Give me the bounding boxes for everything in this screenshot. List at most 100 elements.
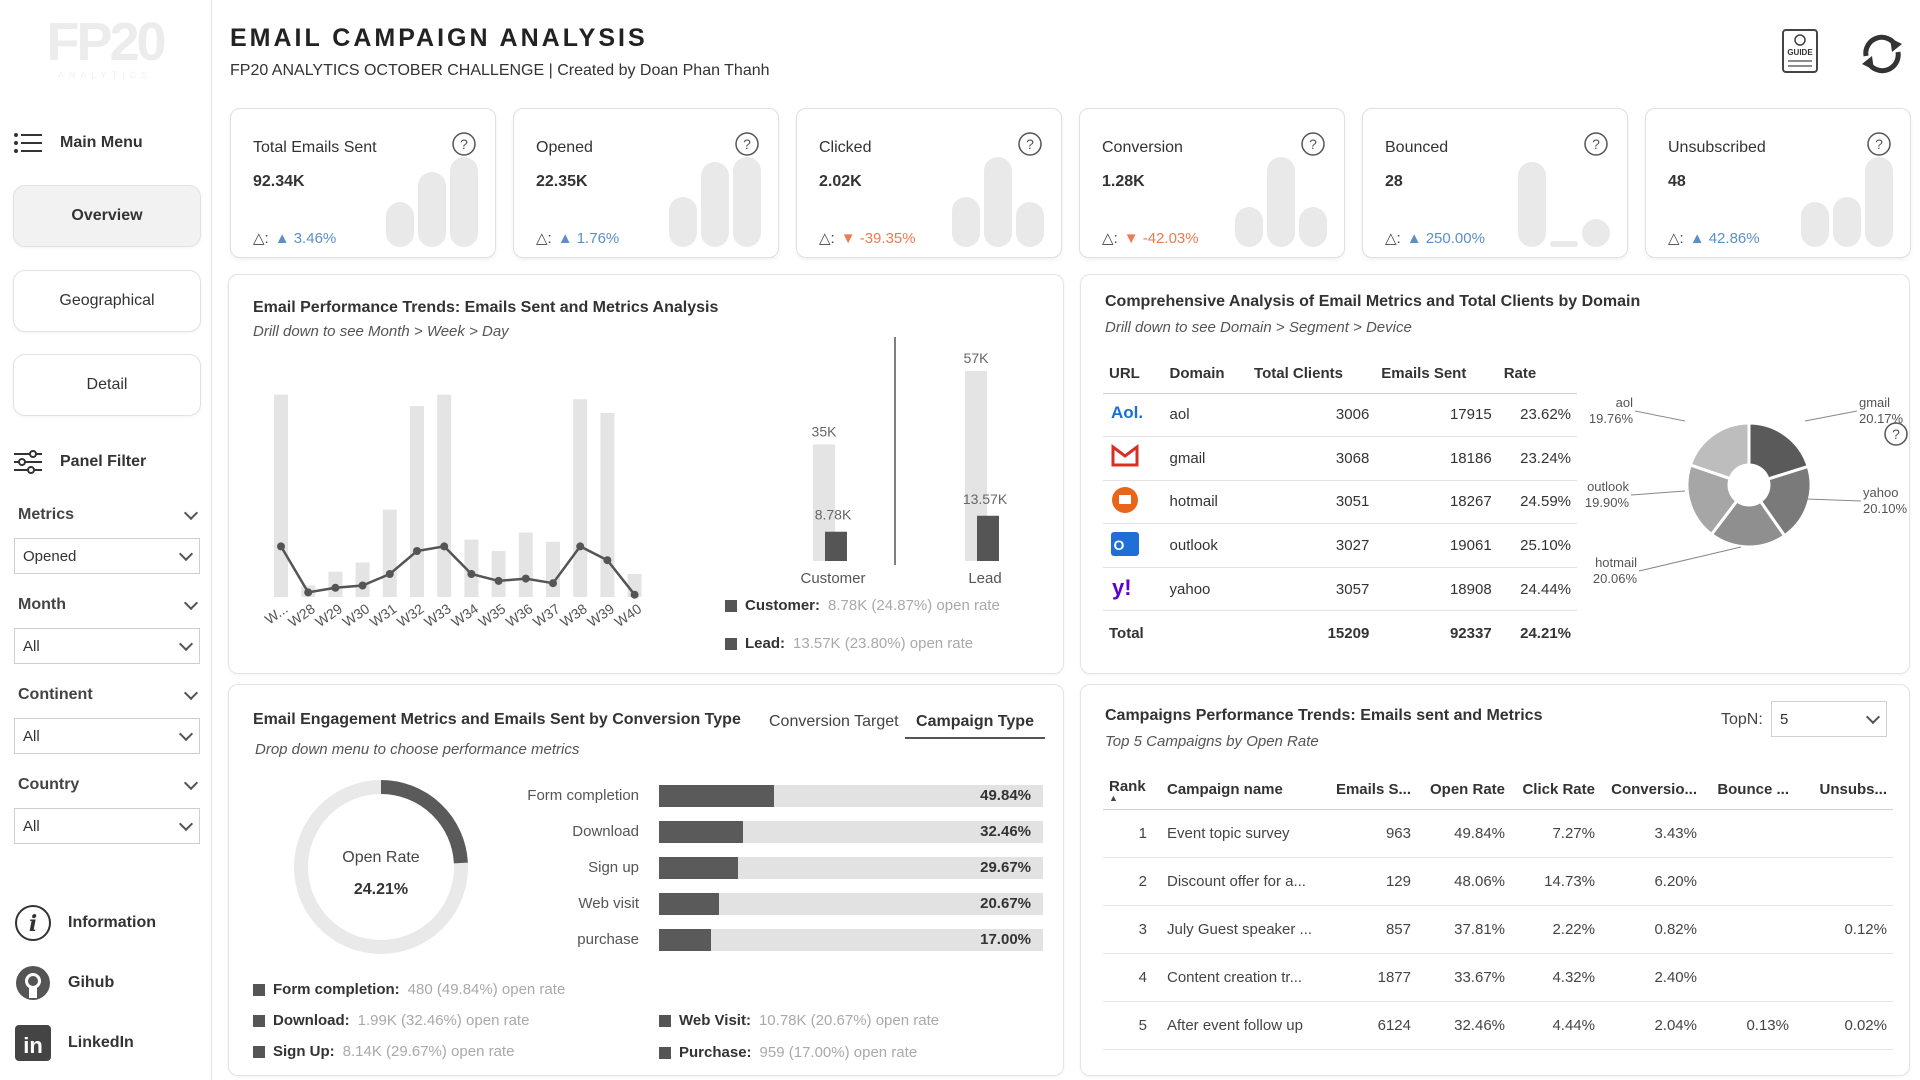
domain-donut-chart[interactable]: gmail20.17%yahoo20.10%hotmail20.06%outlo… bbox=[1581, 375, 1911, 615]
main-menu-button[interactable]: Main Menu bbox=[14, 132, 143, 154]
nav-geographical-button[interactable]: Geographical bbox=[13, 270, 201, 332]
sidebar: FP20 ANALYTICS Main Menu Overview Geogra… bbox=[0, 0, 212, 1080]
domain-row[interactable]: Aol. aol 3006 17915 23.62% bbox=[1103, 393, 1577, 438]
campaign-row[interactable]: 2 Discount offer for a... 129 48.06% 14.73% 6… bbox=[1103, 857, 1893, 906]
metrics-filter-header[interactable]: Metrics bbox=[18, 505, 199, 524]
week-metric-point[interactable] bbox=[304, 588, 313, 597]
week-metric-point[interactable] bbox=[576, 542, 585, 551]
kpi-value: 1.28K bbox=[1102, 173, 1145, 190]
help-icon[interactable]: ? bbox=[1883, 421, 1909, 447]
campaign-column-header[interactable]: Click Rate bbox=[1511, 771, 1601, 810]
week-sent-bar[interactable] bbox=[410, 406, 424, 597]
week-metric-point[interactable] bbox=[630, 590, 639, 599]
week-metric-point[interactable] bbox=[413, 547, 421, 555]
panel-filter-button[interactable]: Panel Filter bbox=[14, 450, 146, 474]
github-link[interactable]: Gihub bbox=[14, 964, 114, 1002]
continent-filter-header[interactable]: Continent bbox=[18, 685, 199, 704]
nav-overview-button[interactable]: Overview bbox=[13, 185, 201, 247]
domain-column-header[interactable]: URL bbox=[1103, 355, 1164, 394]
yahoo-logo-icon: y! bbox=[1112, 575, 1132, 600]
domain-column-header[interactable]: Total Clients bbox=[1248, 355, 1376, 394]
outlook-logo-icon: O bbox=[1111, 531, 1139, 556]
week-sent-bar[interactable] bbox=[518, 532, 533, 597]
week-sent-bar[interactable] bbox=[355, 562, 370, 598]
week-metric-point[interactable] bbox=[603, 556, 612, 565]
tab-campaign-type[interactable]: Campaign Type bbox=[905, 703, 1045, 739]
week-sent-bar[interactable] bbox=[382, 509, 397, 597]
domain-total-clients: 15209 bbox=[1327, 624, 1370, 642]
campaign-column-header[interactable]: Emails S... bbox=[1325, 771, 1417, 810]
kpi-card[interactable]: Clicked 2.02K △: ▼ -39.35%? bbox=[796, 108, 1062, 258]
engagement-legend-item: Download: 1.99K (32.46%) open rate bbox=[253, 1012, 529, 1029]
hbar-track[interactable]: 29.67% bbox=[659, 857, 1043, 879]
week-metric-point[interactable] bbox=[549, 579, 557, 588]
month-select[interactable]: All bbox=[14, 628, 200, 664]
week-sent-bar[interactable] bbox=[491, 551, 506, 597]
week-metric-point[interactable] bbox=[467, 570, 476, 578]
refresh-icon[interactable] bbox=[1856, 30, 1908, 78]
domain-column-header[interactable]: Rate bbox=[1497, 355, 1577, 394]
tab-conversion-target[interactable]: Conversion Target bbox=[769, 713, 899, 731]
hbar-track[interactable]: 32.46% bbox=[659, 821, 1043, 843]
campaign-column-header[interactable]: Conversio... bbox=[1601, 771, 1703, 810]
weekly-trend-chart[interactable]: W...W28W29W30W31W32W33W34W35W36W37W38W39… bbox=[229, 335, 1065, 675]
campaign-sent-cell: 129 bbox=[1325, 857, 1417, 906]
domain-row[interactable]: gmail 3068 18186 23.24% bbox=[1103, 436, 1577, 481]
campaign-row[interactable]: 3 July Guest speaker ... 857 37.81% 2.22% 0.8… bbox=[1103, 905, 1893, 954]
week-metric-point[interactable] bbox=[385, 570, 394, 578]
kpi-card[interactable]: Conversion 1.28K △: ▼ -42.03%? bbox=[1079, 108, 1345, 258]
metrics-select[interactable]: Opened bbox=[14, 538, 200, 574]
domain-column-header[interactable]: Domain bbox=[1163, 355, 1249, 394]
week-metric-point[interactable] bbox=[331, 583, 340, 592]
kpi-card[interactable]: Total Emails Sent 92.34K △: ▲ 3.46%? bbox=[230, 108, 496, 258]
kpi-card[interactable]: Bounced 28 △: ▲ 250.00%? bbox=[1362, 108, 1628, 258]
guide-book-icon[interactable]: GUIDE bbox=[1780, 28, 1820, 76]
campaign-column-header[interactable]: Unsubs... bbox=[1795, 771, 1893, 810]
country-filter-header[interactable]: Country bbox=[18, 775, 199, 794]
domain-column-header[interactable]: Emails Sent bbox=[1375, 355, 1498, 394]
domain-row[interactable]: Ooutlook 3027 19061 25.10% bbox=[1103, 523, 1577, 568]
campaign-conv-cell: 2.40% bbox=[1601, 953, 1703, 1002]
campaign-row[interactable]: 1 Event topic survey 963 49.84% 7.27% 3.43% bbox=[1103, 809, 1893, 858]
campaign-column-header[interactable]: Rank ▲ bbox=[1103, 771, 1161, 810]
nav-detail-button[interactable]: Detail bbox=[13, 354, 201, 416]
week-sent-bar[interactable] bbox=[600, 413, 615, 597]
domain-row[interactable]: y! yahoo 3057 18908 24.44% bbox=[1103, 567, 1577, 612]
hbar-track[interactable]: 20.67% bbox=[659, 893, 1043, 915]
campaign-rank-cell: 3 bbox=[1103, 905, 1161, 954]
week-tick-label: W40 bbox=[612, 600, 645, 630]
week-sent-bar[interactable] bbox=[573, 399, 588, 597]
kpi-card[interactable]: Opened 22.35K △: ▲ 1.76%? bbox=[513, 108, 779, 258]
campaign-open-cell: 49.84% bbox=[1417, 809, 1511, 858]
week-metric-point[interactable] bbox=[358, 581, 367, 590]
campaign-row[interactable]: 4 Content creation tr... 1877 33.67% 4.32% 2.… bbox=[1103, 953, 1893, 1002]
hbar-track[interactable]: 17.00% bbox=[659, 929, 1043, 951]
donut-leader-line bbox=[1806, 498, 1862, 502]
segment-opened-bar[interactable] bbox=[825, 531, 847, 561]
topn-select[interactable]: 5 bbox=[1771, 701, 1887, 737]
week-metric-point[interactable] bbox=[440, 542, 449, 551]
week-metric-point[interactable] bbox=[277, 542, 285, 551]
information-link[interactable]: i Information bbox=[14, 904, 156, 942]
hbar-label: Form completion bbox=[527, 787, 639, 804]
campaign-column-header[interactable]: Bounce ... bbox=[1703, 771, 1795, 810]
week-sent-bar[interactable] bbox=[437, 394, 452, 597]
hbar-track[interactable]: 49.84% bbox=[659, 785, 1043, 807]
campaign-column-header[interactable]: Open Rate bbox=[1417, 771, 1511, 810]
campaign-row[interactable]: 5 After event follow up 6124 32.46% 4.44% 2.0… bbox=[1103, 1001, 1893, 1050]
legend-customer-name: Customer: bbox=[745, 597, 821, 614]
linkedin-link[interactable]: in LinkedIn bbox=[14, 1024, 134, 1062]
domain-row[interactable]: hotmail 3051 18267 24.59% bbox=[1103, 480, 1577, 525]
country-select[interactable]: All bbox=[14, 808, 200, 844]
week-metric-point[interactable] bbox=[494, 576, 503, 585]
week-sent-bar[interactable] bbox=[546, 541, 560, 597]
week-metric-point[interactable] bbox=[521, 574, 530, 583]
month-filter-header[interactable]: Month bbox=[18, 595, 199, 614]
campaign-column-header[interactable]: Campaign name bbox=[1161, 771, 1325, 810]
domain-sent: 18908 bbox=[1375, 567, 1498, 612]
continent-select[interactable]: All bbox=[14, 718, 200, 754]
segment-opened-bar[interactable] bbox=[977, 515, 999, 561]
kpi-card[interactable]: Unsubscribed 48 △: ▲ 42.86%? bbox=[1645, 108, 1911, 258]
week-sent-bar[interactable] bbox=[274, 394, 288, 597]
kpi-label: Bounced bbox=[1385, 139, 1449, 156]
